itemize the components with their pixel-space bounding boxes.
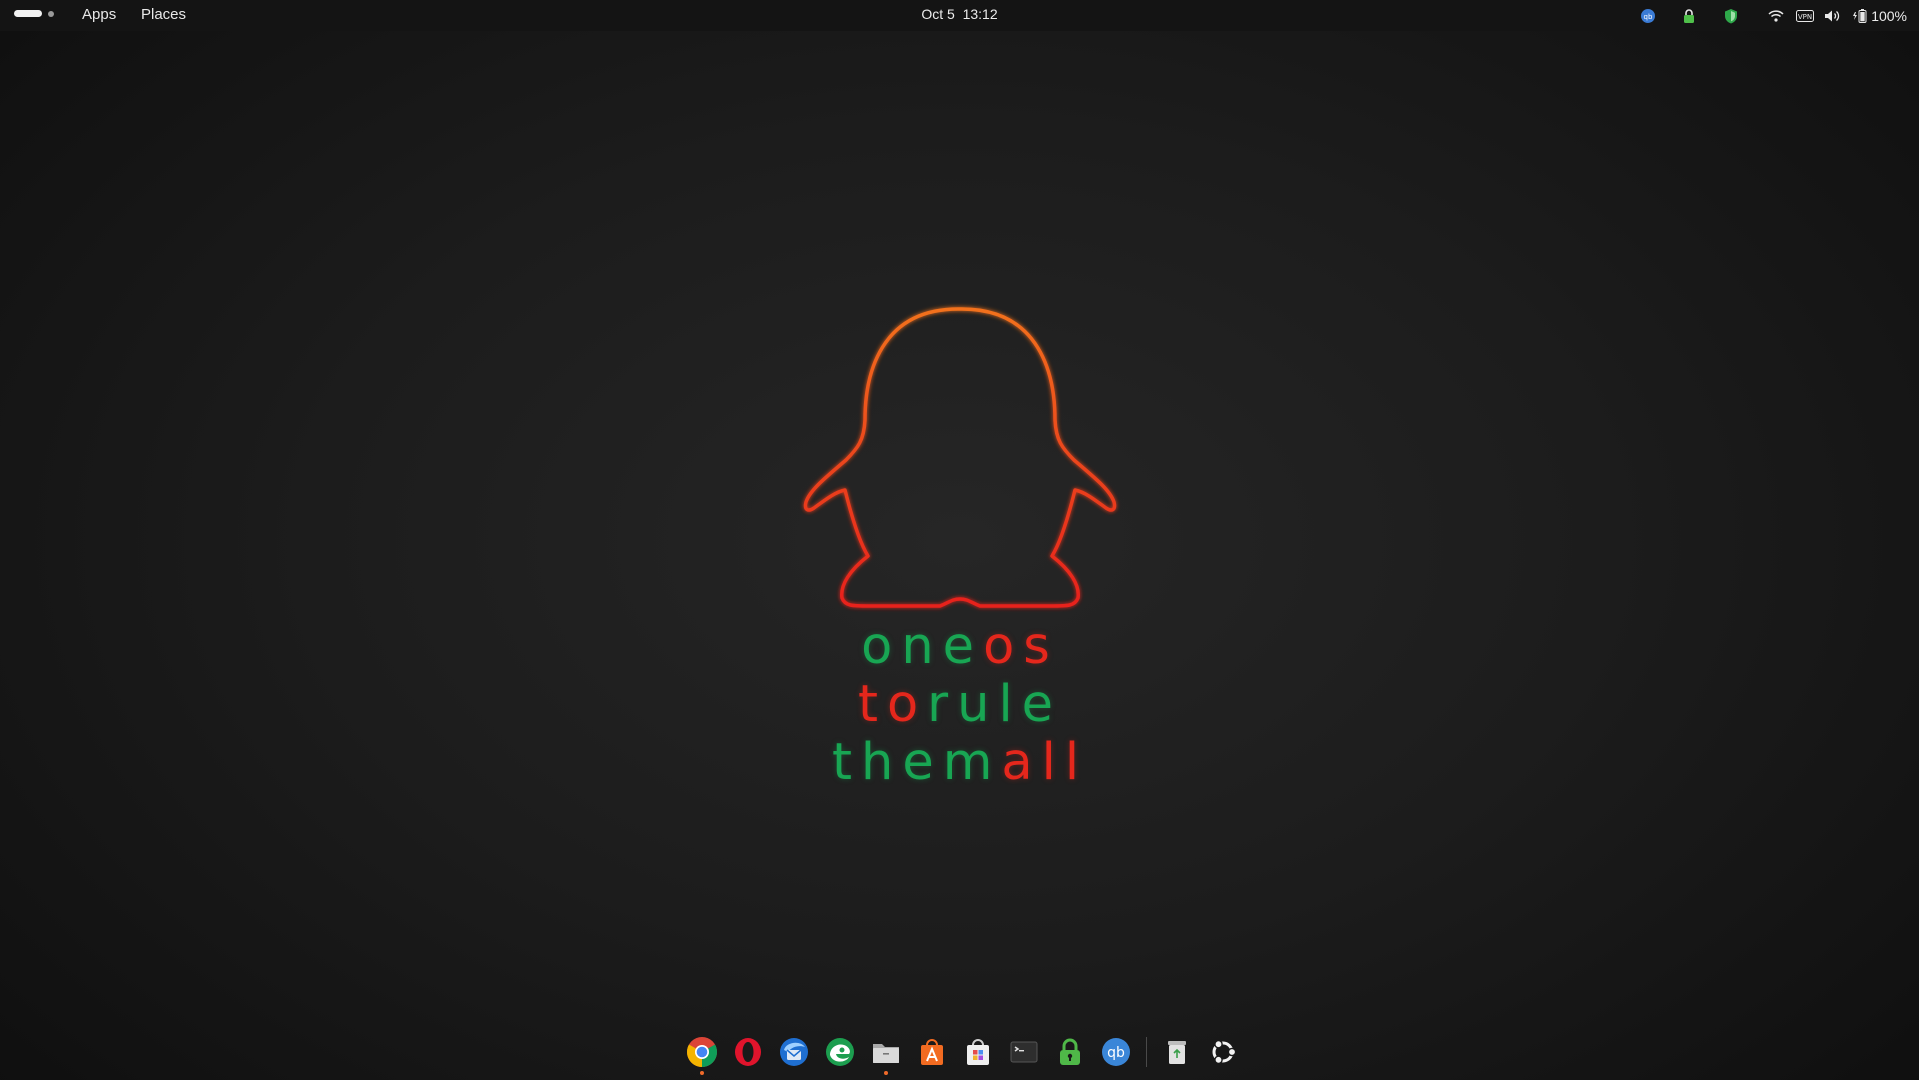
qbittorrent-icon: qb — [1102, 1038, 1130, 1066]
store-icon — [921, 1039, 943, 1065]
tagline-word: one — [861, 617, 984, 676]
dock: qb — [683, 1032, 1242, 1075]
dock-edge[interactable] — [821, 1033, 859, 1071]
trash-icon — [1168, 1041, 1186, 1064]
tagline-word: them — [832, 733, 1002, 792]
tagline-line-3: themall — [820, 734, 1100, 792]
dock-trash[interactable] — [1158, 1033, 1196, 1071]
tagline-line-1: oneos — [820, 618, 1100, 676]
tagline-word: rule — [927, 675, 1063, 734]
dock-app-store[interactable] — [913, 1033, 951, 1071]
tagline-word: to — [857, 675, 928, 734]
dock-opera[interactable] — [729, 1033, 767, 1071]
running-indicator — [884, 1071, 888, 1075]
running-indicator — [700, 1071, 704, 1075]
wallpaper-penguin-outline — [803, 307, 1117, 608]
wallpaper-tagline: oneos torule themall — [820, 618, 1100, 792]
opera-icon — [735, 1038, 761, 1066]
tagline-word: all — [1001, 733, 1088, 792]
dock-software[interactable] — [959, 1033, 997, 1071]
ubuntu-icon — [1212, 1039, 1237, 1065]
tagline-line-2: torule — [820, 676, 1100, 734]
software-bag-icon — [967, 1039, 989, 1065]
dock-thunderbird[interactable] — [775, 1033, 813, 1071]
svg-text:qb: qb — [1107, 1045, 1125, 1061]
chrome-icon — [686, 1037, 718, 1067]
dock-separator — [1146, 1037, 1147, 1067]
dock-chrome[interactable] — [683, 1033, 721, 1075]
desktop[interactable]: Apps Places Oct 5 13:12 qb VPN 100% oneo… — [0, 0, 1919, 1080]
folder-icon — [873, 1044, 899, 1063]
dock-files[interactable] — [867, 1033, 905, 1075]
dock-qbittorrent[interactable]: qb — [1097, 1033, 1135, 1071]
dock-terminal[interactable] — [1005, 1033, 1043, 1071]
dock-ubuntu[interactable] — [1204, 1033, 1242, 1071]
tagline-word: os — [983, 617, 1059, 676]
edge-icon — [826, 1038, 854, 1066]
terminal-icon — [1010, 1041, 1038, 1063]
thunderbird-icon — [780, 1038, 808, 1066]
dock-vpn[interactable] — [1051, 1033, 1089, 1071]
vpn-lock-icon — [1060, 1038, 1080, 1065]
